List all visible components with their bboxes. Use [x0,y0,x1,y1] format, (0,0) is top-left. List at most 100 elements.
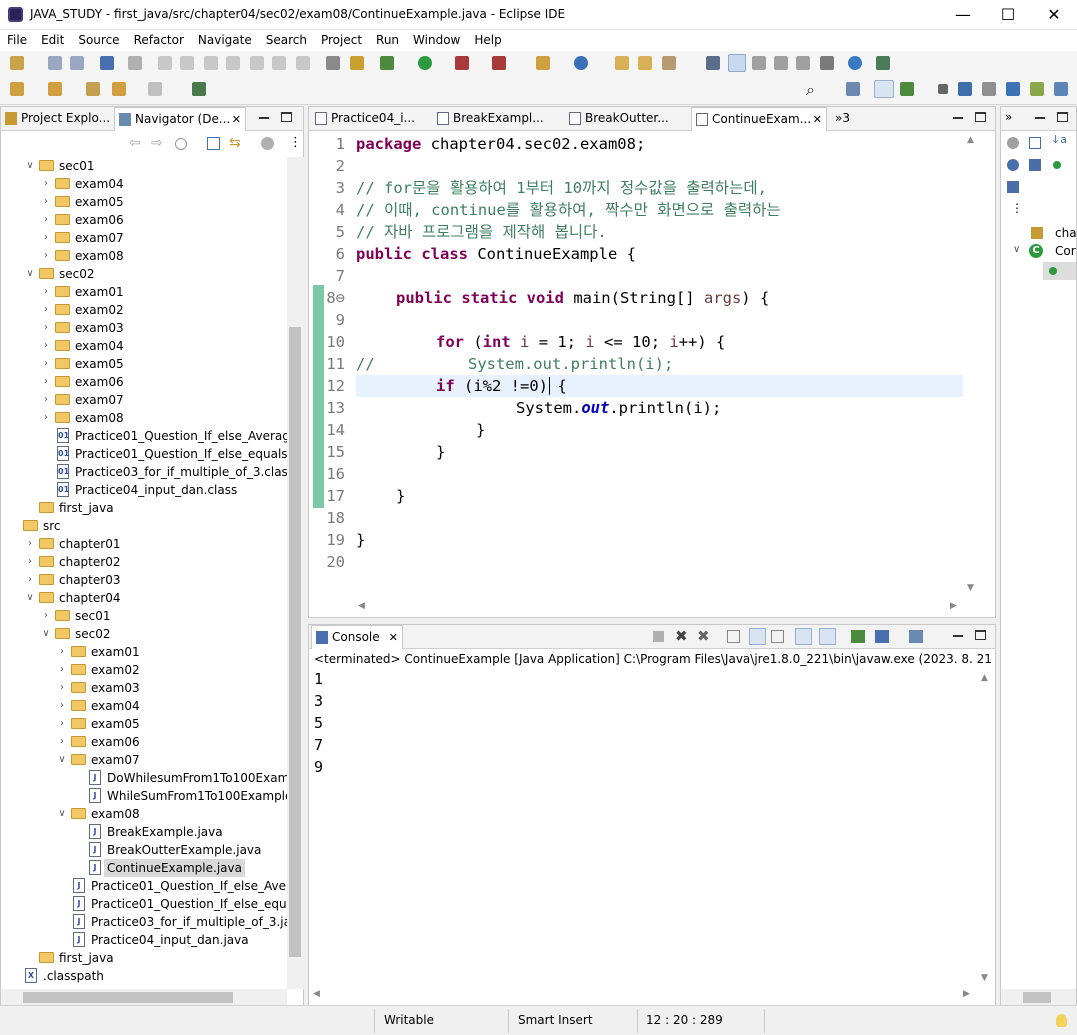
minimize-button[interactable]: — [940,0,986,30]
restore-icon[interactable] [938,84,948,94]
console-vertical-scrollbar[interactable]: ▲ ▼ [977,669,994,987]
chevron-down-icon[interactable]: ∨ [57,751,67,769]
tree-horizontal-scrollbar[interactable] [1,989,287,1006]
search-icon[interactable]: ⌕ [806,80,815,100]
tree-item[interactable]: ∨ sec02 [1,625,287,643]
tree-item[interactable]: › sec01 [1,607,287,625]
resume-icon[interactable] [158,56,172,70]
tab-project-explorer[interactable]: Project Explo... [1,107,113,131]
step-over-icon[interactable] [272,56,286,70]
tree-item[interactable]: J BreakExample.java [1,823,287,841]
code-line-12[interactable]: if (i%2 !=0) { [436,375,567,397]
tree-item[interactable]: › chapter01 [1,535,287,553]
menu-navigate[interactable]: Navigate [191,30,259,51]
tree-item[interactable]: › exam05 [1,715,287,733]
hide-static-icon[interactable] [1029,159,1041,171]
scroll-up-icon[interactable]: ▲ [967,135,974,145]
menu-window[interactable]: Window [406,30,467,51]
tree-item[interactable]: › exam05 [1,355,287,373]
filter-icon[interactable] [261,137,274,150]
scrollbar-thumb[interactable] [1023,992,1051,1003]
chevron-right-icon[interactable]: › [41,301,51,319]
code-line-17[interactable]: } [396,485,405,507]
build-icon[interactable] [350,56,364,70]
remove-launch-icon[interactable]: ✖ [675,627,688,645]
scroll-left-icon[interactable]: ◀ [313,989,320,999]
prev-annotation-icon[interactable] [48,82,62,96]
menu-run[interactable]: Run [369,30,406,51]
tree-item[interactable]: 01 Practice04_input_dan.class [1,481,287,499]
maximize-view-icon[interactable] [975,630,986,640]
tree-item[interactable]: J Practice03_for_if_multiple_of_3.java [1,913,287,931]
new-icon[interactable] [10,56,24,70]
block-selection-icon[interactable] [752,56,766,70]
tree-item[interactable]: › exam06 [1,211,287,229]
suspend-icon[interactable] [180,56,194,70]
open-perspective-icon[interactable] [846,82,860,96]
scroll-left-icon[interactable]: ◀ [358,601,365,611]
tree-item[interactable]: ∨ exam07 [1,751,287,769]
code-line-14[interactable]: } [476,419,485,441]
tree-item[interactable]: › exam04 [1,697,287,715]
pin-console-icon[interactable] [851,630,865,643]
view-icon-5[interactable] [1054,82,1068,96]
view-icon-1[interactable] [958,82,972,96]
editor-horizontal-scrollbar[interactable]: ◀ ▶ [356,599,963,616]
lightbulb-icon[interactable] [1056,1014,1067,1027]
skip-breakpoints-icon[interactable] [128,56,142,70]
outline-item-method[interactable] [1043,262,1076,280]
chevron-right-icon[interactable]: › [57,679,67,697]
chevron-down-icon[interactable]: ∨ [57,805,67,823]
tree-item[interactable]: ∨ chapter04 [1,589,287,607]
tree-item[interactable]: J WhileSumFrom1To100Example.java [1,787,287,805]
git-icon[interactable] [876,56,890,70]
view-icon-3[interactable] [1006,82,1020,96]
minimize-view-icon[interactable] [1035,117,1045,119]
code-line-4[interactable]: // 이때, continue를 활용하여, 짝수만 화면으로 출력하는 [356,199,781,221]
terminate-icon[interactable] [204,56,218,70]
menu-edit[interactable]: Edit [34,30,71,51]
chevron-right-icon[interactable]: › [41,319,51,337]
chevron-right-icon[interactable]: › [25,553,35,571]
tree-item[interactable]: J Practice01_Question_If_else_equals_Id_P [1,895,287,913]
outline-horizontal-scrollbar[interactable] [1001,989,1076,1006]
chevron-right-icon[interactable]: › [41,229,51,247]
tree-item[interactable]: › exam08 [1,247,287,265]
view-overflow-icon[interactable]: » [1005,110,1012,124]
show-on-stdout-icon[interactable] [795,628,812,645]
chevron-right-icon[interactable]: › [41,283,51,301]
tree-item[interactable]: › chapter02 [1,553,287,571]
forward-nav-icon[interactable]: ⇨ [151,135,163,151]
tree-item[interactable]: J BreakOutterExample.java [1,841,287,859]
tab-overflow[interactable]: »3 [835,111,850,125]
tab-console[interactable]: Console ✕ [311,625,403,649]
show-whitespace-icon[interactable] [796,56,810,70]
scrollbar-thumb[interactable] [289,327,301,957]
outline-item-class[interactable]: Cor [1055,244,1076,258]
link-editor-icon[interactable]: ⇆ [229,135,241,151]
scroll-down-icon[interactable]: ▼ [981,973,988,983]
outline-item-package[interactable]: cha [1055,226,1077,240]
chevron-right-icon[interactable]: › [57,715,67,733]
chevron-down-icon[interactable]: ∨ [1013,244,1020,255]
view-icon-4[interactable] [1030,82,1044,96]
tree-item[interactable]: J DoWhilesumFrom1To100Example.ja [1,769,287,787]
minimize-view-icon[interactable] [259,117,269,119]
new-java-project-icon[interactable] [536,56,550,70]
tree-item[interactable]: › exam01 [1,283,287,301]
search-tool-icon[interactable] [662,56,676,70]
maximize-button[interactable]: ☐ [985,0,1031,30]
pin-editor-icon[interactable] [192,82,206,96]
word-wrap-console-icon[interactable] [771,630,784,643]
code-line-11[interactable]: // System.out.println(i); [356,353,673,375]
pilcrow-icon[interactable] [820,56,834,70]
code-line-1[interactable]: package chapter04.sec02.exam08; [356,133,645,155]
disconnect-icon[interactable] [226,56,240,70]
run-icon[interactable] [418,56,432,70]
chevron-right-icon[interactable]: › [41,391,51,409]
maximize-view-icon[interactable] [1057,112,1068,122]
code-line-6[interactable]: public class ContinueExample { [356,243,636,265]
open-console-icon[interactable] [909,630,923,643]
tree-item[interactable]: 01 Practice01_Question_If_else_Average.cl… [1,427,287,445]
chevron-right-icon[interactable]: › [41,247,51,265]
